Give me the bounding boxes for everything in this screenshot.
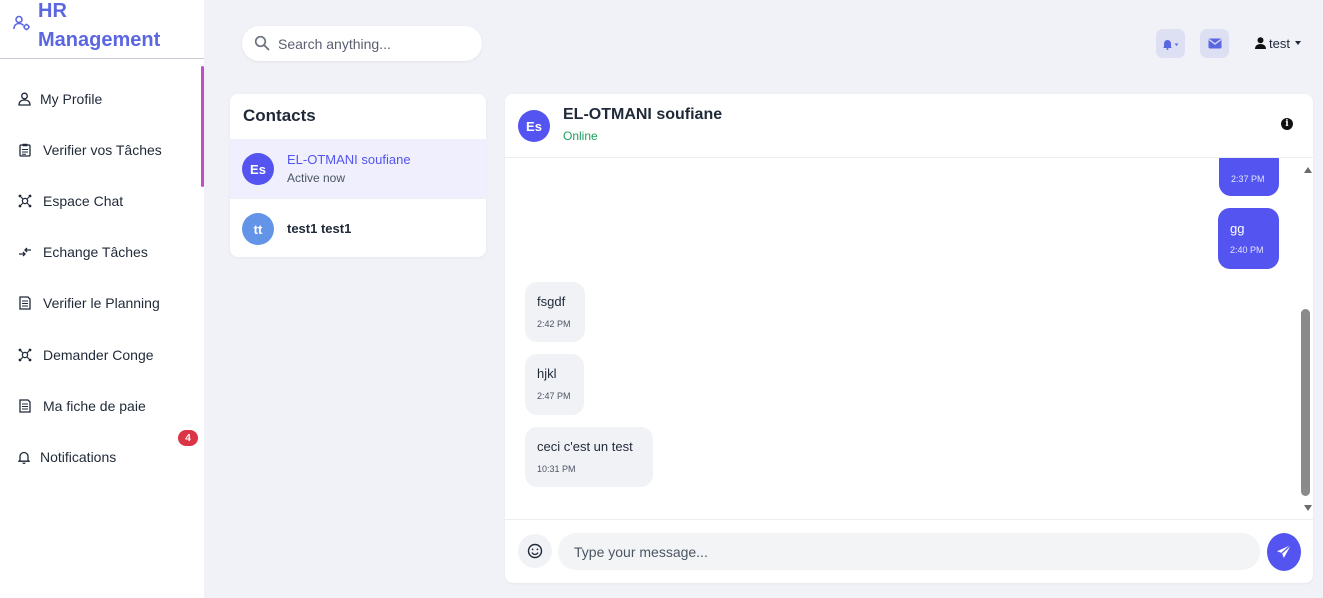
sidebar-item-notifications[interactable]: Notifications xyxy=(0,437,200,477)
clipboard-icon xyxy=(17,142,33,158)
brand: HR Management xyxy=(0,0,204,59)
envelope-icon xyxy=(1208,38,1221,49)
sidebar-item-verifier-planning[interactable]: Verifier le Planning xyxy=(0,283,200,323)
message-scrollbar[interactable] xyxy=(1301,158,1313,519)
message-text: gg xyxy=(1230,221,1245,236)
search-input[interactable] xyxy=(278,26,473,61)
user-icon xyxy=(1255,37,1266,49)
message-time: 2:42 PM xyxy=(537,319,571,329)
message-time: 10:31 PM xyxy=(537,464,576,474)
notifications-badge: 4 xyxy=(178,430,198,446)
message-bubble-incoming: ceci c'est un test 10:31 PM xyxy=(525,427,653,487)
message-input[interactable] xyxy=(558,533,1260,570)
bell-icon xyxy=(16,449,32,465)
chat-network-icon xyxy=(17,193,33,209)
emoji-button[interactable] xyxy=(518,534,552,568)
paper-plane-icon xyxy=(1277,544,1292,558)
user-icon xyxy=(16,91,32,107)
sidebar-item-label: My Profile xyxy=(40,91,103,107)
sidebar-item-label: Notifications xyxy=(40,449,117,465)
message-bubble-outgoing: 2:37 PM xyxy=(1219,158,1279,196)
sidebar-item-label: Demander Conge xyxy=(43,347,154,363)
message-bubble-incoming: hjkl 2:47 PM xyxy=(525,354,584,415)
message-composer xyxy=(505,519,1313,583)
message-text: ceci c'est un test xyxy=(537,439,633,454)
contact-item[interactable]: Es EL-OTMANI soufiane Active now xyxy=(230,139,486,199)
contacts-panel: Contacts Es EL-OTMANI soufiane Active no… xyxy=(230,94,486,257)
contact-name: test1 test1 xyxy=(287,221,352,236)
avatar: Es xyxy=(242,153,274,185)
bell-icon xyxy=(1162,39,1178,50)
message-bubble-outgoing: gg 2:40 PM xyxy=(1218,208,1279,269)
scroll-up-arrow-icon[interactable] xyxy=(1304,167,1312,173)
contact-status: Active now xyxy=(287,171,346,185)
sidebar-item-echange-taches[interactable]: Echange Tâches xyxy=(0,232,200,272)
sidebar-item-label: Verifier vos Tâches xyxy=(43,142,162,158)
chat-header: Es EL-OTMANI soufiane Online i xyxy=(505,94,1313,158)
chat-panel: Es EL-OTMANI soufiane Online i 2:37 PM g… xyxy=(505,94,1313,583)
info-icon[interactable]: i xyxy=(1281,118,1293,130)
contact-item[interactable]: tt test1 test1 xyxy=(230,198,486,257)
send-button[interactable] xyxy=(1267,533,1301,571)
user-menu[interactable]: test xyxy=(1255,35,1301,51)
sidebar-item-demander-conge[interactable]: Demander Conge xyxy=(0,335,200,375)
message-list: 2:37 PM gg 2:40 PM fsgdf 2:42 PM hjkl 2:… xyxy=(505,158,1301,519)
presence-status: Online xyxy=(563,129,598,143)
sidebar-item-label: Ma fiche de paie xyxy=(43,398,146,414)
message-time: 2:37 PM xyxy=(1231,174,1265,184)
sidebar-item-label: Verifier le Planning xyxy=(43,295,160,311)
brand-title: HR Management xyxy=(38,0,161,51)
scroll-down-arrow-icon[interactable] xyxy=(1304,505,1312,511)
sidebar-item-fiche-de-paie[interactable]: Ma fiche de paie xyxy=(0,386,200,426)
leave-request-icon xyxy=(17,347,33,363)
search-bar xyxy=(242,26,482,61)
smiley-icon xyxy=(527,543,543,559)
chevron-down-icon xyxy=(1294,41,1301,45)
user-name: test xyxy=(1269,35,1290,51)
avatar: Es xyxy=(518,110,550,142)
message-time: 2:40 PM xyxy=(1230,245,1264,255)
payslip-icon xyxy=(17,398,33,414)
chat-contact-name: EL-OTMANI soufiane xyxy=(563,106,723,123)
message-time: 2:47 PM xyxy=(537,391,571,401)
calendar-doc-icon xyxy=(17,295,33,311)
sidebar: HR Management My Profile Verifier vos Tâ… xyxy=(0,0,204,598)
search-icon xyxy=(254,35,270,51)
message-text: fsgdf xyxy=(537,294,566,309)
scroll-thumb[interactable] xyxy=(1301,309,1310,496)
contact-name: EL-OTMANI soufiane xyxy=(287,152,411,167)
notifications-dropdown-button[interactable] xyxy=(1156,29,1185,58)
sidebar-item-my-profile[interactable]: My Profile xyxy=(0,79,200,119)
message-bubble-incoming: fsgdf 2:42 PM xyxy=(525,282,585,342)
message-text: hjkl xyxy=(537,366,557,381)
sidebar-accent-bar xyxy=(201,66,204,187)
exchange-arrows-icon xyxy=(17,244,33,260)
avatar: tt xyxy=(242,213,274,245)
sidebar-item-espace-chat[interactable]: Espace Chat xyxy=(0,181,200,221)
messages-button[interactable] xyxy=(1200,29,1229,58)
user-gear-icon xyxy=(13,15,30,31)
sidebar-item-label: Espace Chat xyxy=(43,193,124,209)
sidebar-item-label: Echange Tâches xyxy=(43,244,148,260)
sidebar-item-verifier-taches[interactable]: Verifier vos Tâches xyxy=(0,130,200,170)
contacts-title: Contacts xyxy=(243,106,316,125)
